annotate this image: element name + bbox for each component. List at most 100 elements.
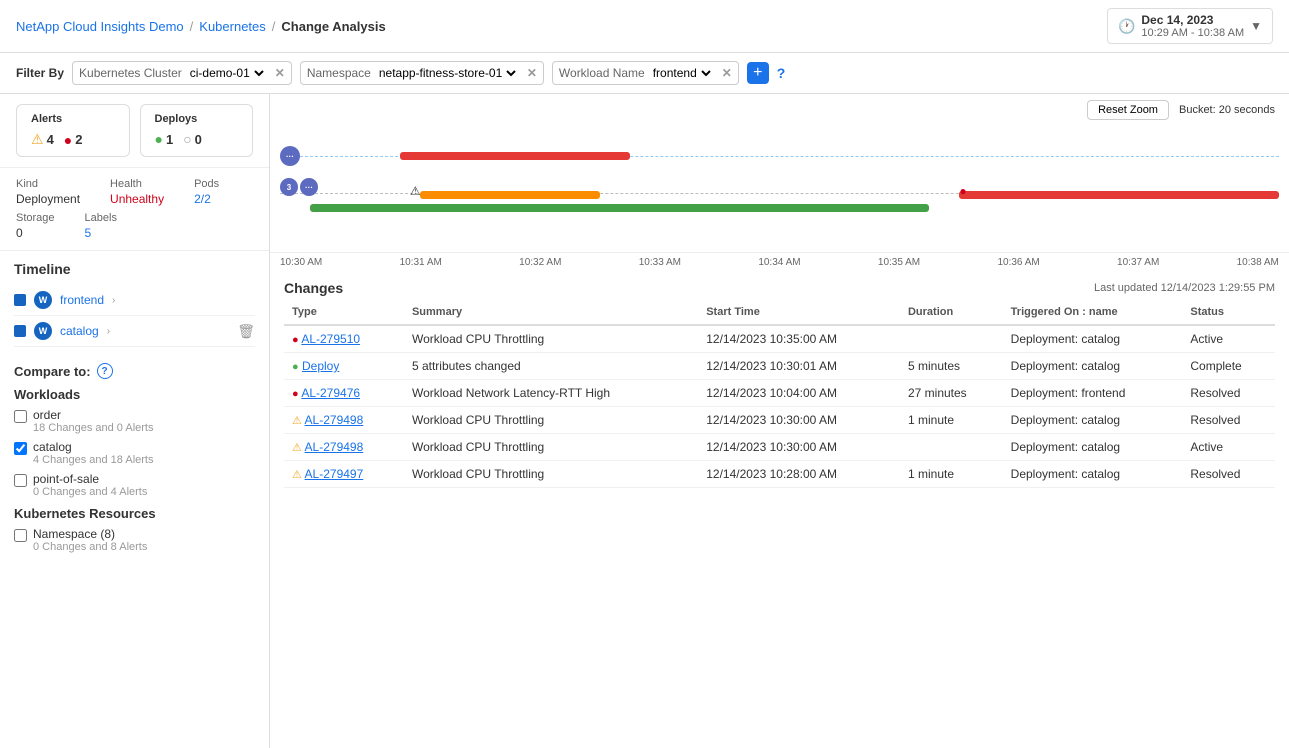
alerts-card[interactable]: Alerts ⚠ 4 ● 2 — [16, 104, 130, 157]
col-type: Type — [284, 300, 404, 325]
metric-health-label: Health — [110, 178, 164, 190]
reset-zoom-button[interactable]: Reset Zoom — [1087, 100, 1169, 120]
cell-summary: Workload CPU Throttling — [404, 434, 698, 461]
deploys-ok-count: 1 — [166, 132, 173, 147]
delete-catalog-icon[interactable]: 🗑 — [237, 323, 255, 340]
cell-triggered-on: Deployment: catalog — [1003, 461, 1183, 488]
workload-pos-row: point-of-sale 0 Changes and 4 Alerts — [14, 472, 255, 498]
frontend-name[interactable]: frontend — [60, 293, 104, 307]
last-updated-label: Last updated 12/14/2023 1:29:55 PM — [1094, 282, 1275, 294]
catalog-name[interactable]: catalog — [60, 324, 99, 338]
metric-pods: Pods 2/2 — [194, 178, 219, 206]
catalog-arrow-icon: › — [107, 326, 110, 337]
metric-health: Health Unhealthy — [110, 178, 164, 206]
table-row: ⚠ AL-279498 Workload CPU Throttling 12/1… — [284, 407, 1275, 434]
table-row: ● Deploy 5 attributes changed 12/14/2023… — [284, 353, 1275, 380]
cell-duration: 1 minute — [900, 407, 1003, 434]
datetime-section[interactable]: 🕐 Dec 14, 2023 10:29 AM - 10:38 AM ▼ — [1107, 8, 1273, 44]
deploys-card[interactable]: Deploys ● 1 ○ 0 — [140, 104, 254, 157]
timeline-row-frontend: W frontend › — [14, 285, 255, 316]
workload-order-name: order — [33, 408, 153, 422]
alert-link[interactable]: AL-279498 — [305, 440, 364, 454]
frontend-red-bar — [400, 152, 630, 160]
metric-pods-label: Pods — [194, 178, 219, 190]
catalog-timeline-row: 3 ··· ⚠ ● — [280, 176, 1279, 231]
namespace-close-icon[interactable]: ✕ — [527, 66, 537, 80]
compare-help-icon[interactable]: ? — [97, 363, 113, 379]
cell-type: ⚠ AL-279498 — [284, 434, 404, 461]
namespace-checkbox[interactable] — [14, 529, 27, 542]
right-panel: Reset Zoom Bucket: 20 seconds ··· — [270, 94, 1289, 748]
type-icon: ⚠ — [292, 469, 302, 481]
col-duration: Duration — [900, 300, 1003, 325]
cell-summary: 5 attributes changed — [404, 353, 698, 380]
time-label-7: 10:37 AM — [1117, 257, 1159, 268]
col-status: Status — [1182, 300, 1275, 325]
workload-pos-checkbox[interactable] — [14, 474, 27, 487]
metric-labels-value[interactable]: 5 — [85, 226, 117, 240]
namespace-filter-chip: Namespace netapp-fitness-store-01 ✕ — [300, 61, 544, 85]
table-row: ⚠ AL-279497 Workload CPU Throttling 12/1… — [284, 461, 1275, 488]
time-axis: 10:30 AM 10:31 AM 10:32 AM 10:33 AM 10:3… — [270, 252, 1289, 272]
deploy-ok-icon: ● — [155, 131, 163, 147]
warning-icon: ⚠ — [31, 131, 44, 148]
namespace-row: Namespace (8) 0 Changes and 8 Alerts — [14, 527, 255, 553]
header: NetApp Cloud Insights Demo / Kubernetes … — [0, 0, 1289, 53]
breadcrumb-sep-2: / — [272, 19, 276, 34]
alert-link[interactable]: AL-279476 — [301, 386, 360, 400]
workload-label: Workload Name — [559, 66, 645, 80]
alerts-card-title: Alerts — [31, 113, 115, 125]
catalog-color-block — [14, 325, 26, 337]
cell-summary: Workload CPU Throttling — [404, 407, 698, 434]
time-label-2: 10:32 AM — [519, 257, 561, 268]
cluster-select[interactable]: ci-demo-01 — [186, 65, 267, 81]
col-start-time: Start Time — [698, 300, 900, 325]
workload-catalog-checkbox[interactable] — [14, 442, 27, 455]
namespace-select[interactable]: netapp-fitness-store-01 — [375, 65, 519, 81]
catalog-long-red-bar — [959, 191, 1279, 199]
cell-start-time: 12/14/2023 10:30:00 AM — [698, 407, 900, 434]
changes-header-row: Changes Last updated 12/14/2023 1:29:55 … — [284, 272, 1275, 300]
breadcrumb-sep-1: / — [190, 19, 194, 34]
cell-status: Complete — [1182, 353, 1275, 380]
frontend-arrow-icon: › — [112, 295, 115, 306]
col-triggered-on: Triggered On : name — [1003, 300, 1183, 325]
cell-duration — [900, 434, 1003, 461]
metric-pods-value[interactable]: 2/2 — [194, 192, 219, 206]
chart-timeline: ··· 3 ··· ⚠ — [270, 126, 1289, 246]
time-label-3: 10:33 AM — [639, 257, 681, 268]
workload-select[interactable]: frontend — [649, 65, 714, 81]
summary-cards: Alerts ⚠ 4 ● 2 Deploys ● — [0, 94, 269, 168]
alert-link[interactable]: Deploy — [302, 359, 339, 373]
alert-link[interactable]: AL-279510 — [301, 332, 360, 346]
cluster-close-icon[interactable]: ✕ — [275, 66, 285, 80]
cell-type: ⚠ AL-279497 — [284, 461, 404, 488]
metric-storage-label: Storage — [16, 212, 55, 224]
alerts-err-badge: ● 2 — [64, 132, 83, 148]
workload-order-checkbox[interactable] — [14, 410, 27, 423]
breadcrumb-item-1[interactable]: NetApp Cloud Insights Demo — [16, 19, 184, 34]
cell-type: ● AL-279510 — [284, 325, 404, 353]
metric-kind-value: Deployment — [16, 192, 80, 206]
filter-help-button[interactable]: ? — [777, 65, 786, 81]
workload-order-sub: 18 Changes and 0 Alerts — [33, 422, 153, 434]
type-icon: ● — [292, 388, 299, 400]
type-icon: ⚠ — [292, 442, 302, 454]
cell-triggered-on: Deployment: catalog — [1003, 434, 1183, 461]
catalog-green-bar — [310, 204, 929, 212]
deploys-card-body: ● 1 ○ 0 — [155, 131, 239, 147]
workload-close-icon[interactable]: ✕ — [722, 66, 732, 80]
time-label-4: 10:34 AM — [758, 257, 800, 268]
main-layout: Alerts ⚠ 4 ● 2 Deploys ● — [0, 94, 1289, 748]
k8s-resources-title: Kubernetes Resources — [14, 506, 255, 521]
add-filter-button[interactable]: + — [747, 62, 769, 84]
breadcrumb-item-2[interactable]: Kubernetes — [199, 19, 266, 34]
filter-by-label: Filter By — [16, 66, 64, 80]
cell-triggered-on: Deployment: frontend — [1003, 380, 1183, 407]
dropdown-arrow-icon[interactable]: ▼ — [1250, 19, 1262, 33]
cell-type: ● Deploy — [284, 353, 404, 380]
deploys-ok-badge: ● 1 — [155, 131, 174, 147]
workload-catalog-row: catalog 4 Changes and 18 Alerts — [14, 440, 255, 466]
alert-link[interactable]: AL-279498 — [305, 413, 364, 427]
alert-link[interactable]: AL-279497 — [305, 467, 364, 481]
